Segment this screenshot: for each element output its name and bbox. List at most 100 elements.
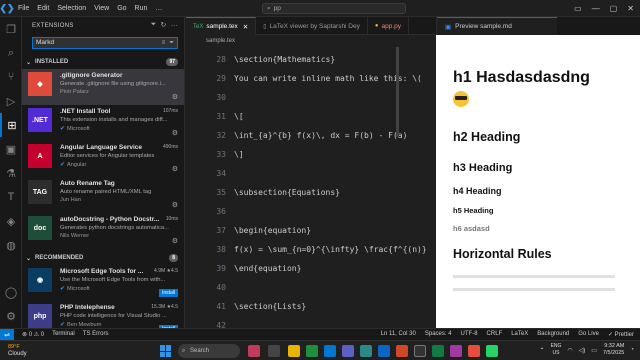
menu-view[interactable]: View <box>90 5 113 12</box>
ts-errors-button[interactable]: TS Errors <box>83 331 109 338</box>
terminal-icon[interactable] <box>414 345 426 357</box>
clock[interactable]: 9:32 AM 7/5/2025 <box>603 343 624 357</box>
taskbar-search[interactable]: Search <box>178 344 240 358</box>
install-button[interactable]: Install <box>158 289 178 297</box>
refresh-icon[interactable]: ↻ <box>161 21 167 29</box>
chevron-up-icon[interactable]: ⌃ <box>540 347 545 354</box>
markdown-preview[interactable]: h1 Hasdasdasdng h2 Heading h3 Heading h4… <box>436 35 640 328</box>
vscode-taskbar-icon[interactable] <box>324 345 336 357</box>
code-line[interactable]: 40 <box>186 281 436 295</box>
source-control-icon[interactable]: ⑂ <box>0 65 22 89</box>
tex-icon[interactable]: T <box>0 185 22 209</box>
tab-sample-tex[interactable]: TeX sample.tex ✕ <box>186 17 257 35</box>
close-tab-icon[interactable]: ✕ <box>243 23 248 31</box>
go-live-button[interactable]: Go Live <box>578 331 599 338</box>
code-line[interactable]: 41 \section{Lists} <box>186 300 436 314</box>
filter-icon[interactable]: ⏷ <box>151 21 157 29</box>
code-line[interactable]: 42 <box>186 319 436 328</box>
testing-icon[interactable]: ⚗ <box>0 161 22 185</box>
app-icon-red[interactable] <box>468 345 480 357</box>
filter-funnel-icon[interactable]: ⏷ <box>169 38 174 48</box>
menu-more[interactable]: … <box>151 5 166 12</box>
battery-icon[interactable]: ▭ <box>591 347 597 354</box>
code-line[interactable]: 34 <box>186 167 436 181</box>
terminal-button[interactable]: Terminal <box>52 331 75 338</box>
remote-indicator-icon[interactable]: ⇌ <box>0 328 14 341</box>
extension-list-item[interactable]: A Angular Language Service Editor services… <box>22 141 184 177</box>
excel-icon[interactable] <box>432 345 444 357</box>
code-editor[interactable]: 28 \section{Mathematics} 29 You can write i… <box>186 47 436 328</box>
volume-icon[interactable]: ◁) <box>579 347 586 354</box>
extension-list-item[interactable]: .NET .NET Install Tool This extension inst… <box>22 105 184 141</box>
code-line[interactable]: 38 f(x) = \sum_{n=0}^{\infty} \frac{f^{(n… <box>186 243 436 257</box>
line-ending[interactable]: CRLF <box>487 331 503 338</box>
code-line[interactable]: 33 \] <box>186 148 436 162</box>
task-view-icon[interactable] <box>268 345 280 357</box>
extensions-icon[interactable]: ⊞ <box>0 113 22 137</box>
breadcrumb[interactable]: sample.tex <box>186 35 235 47</box>
extension-list-item[interactable]: doc autoDocstring - Python Docstr... Gener… <box>22 213 184 249</box>
wifi-icon[interactable]: ◠ <box>567 347 572 354</box>
extension-list-item[interactable]: TAG Auto Rename Tag Auto rename paired HTM… <box>22 177 184 213</box>
app-icon-purple[interactable] <box>450 345 462 357</box>
encoding[interactable]: UTF-8 <box>461 331 478 338</box>
account-icon[interactable]: ◯ <box>0 280 22 304</box>
minimize-button[interactable]: — <box>592 4 600 13</box>
code-line[interactable]: 36 <box>186 205 436 219</box>
tab-latex-viewer[interactable]: ▯ LaTeX viewer by Saptarshi Dey <box>256 17 368 35</box>
notification-bell-icon[interactable]: ◔ <box>630 347 634 353</box>
language-indicator[interactable]: ENG US <box>551 343 562 357</box>
manage-gear-icon[interactable]: ⚙ <box>172 129 178 137</box>
menu-edit[interactable]: Edit <box>33 5 53 12</box>
menu-run[interactable]: Run <box>131 5 152 12</box>
indentation[interactable]: Spaces: 4 <box>425 331 452 338</box>
cursor-position[interactable]: Ln 11, Col 30 <box>381 331 416 338</box>
explorer-icon[interactable]: ❐ <box>0 17 22 41</box>
code-line[interactable]: 37 \begin{equation} <box>186 224 436 238</box>
layout-icon[interactable]: ▭ <box>574 4 582 13</box>
installed-section-header[interactable]: ⌄ INSTALLED 97 <box>22 55 184 69</box>
menu-go[interactable]: Go <box>113 5 130 12</box>
problems-indicator[interactable]: ⊗ 0 ⚠ 0 <box>22 331 44 338</box>
menu-file[interactable]: File <box>14 5 33 12</box>
prettier-status[interactable]: ✓ Prettier <box>608 331 634 338</box>
edge-icon[interactable] <box>360 345 372 357</box>
extension-search-input[interactable]: Markd ≡ ⏷ <box>32 37 178 49</box>
maximize-button[interactable]: ▢ <box>610 4 618 13</box>
tab-app-py[interactable]: ● app.py <box>368 17 410 35</box>
manage-gear-icon[interactable]: ⚙ <box>172 201 178 209</box>
command-center[interactable]: ⌕ pp <box>262 3 406 14</box>
run-debug-icon[interactable]: ▷ <box>0 89 22 113</box>
whatsapp-icon[interactable] <box>486 345 498 357</box>
extension-list-item[interactable]: php PHP Intelephense PHP code intelligence… <box>22 301 184 328</box>
extension-list-item[interactable]: ◆ .gitignore Generator Generate .gitignore… <box>22 69 184 105</box>
code-line[interactable]: 39 \end{equation} <box>186 262 436 276</box>
teams-icon[interactable] <box>342 345 354 357</box>
weather-widget[interactable]: 89°F Cloudy <box>8 344 27 358</box>
manage-gear-icon[interactable]: ⚙ <box>172 237 178 245</box>
more-icon[interactable]: … <box>171 21 178 29</box>
tab-preview[interactable]: ▣ Preview sample.md <box>437 17 557 35</box>
app-icon-bike[interactable] <box>248 345 260 357</box>
code-line[interactable]: 35 \subsection{Equations} <box>186 186 436 200</box>
chrome-icon[interactable] <box>306 345 318 357</box>
extension-list-item[interactable]: ◉ Microsoft Edge Tools for ... Use the Mic… <box>22 265 184 301</box>
close-button[interactable]: ✕ <box>627 4 634 13</box>
docker-icon[interactable]: ◈ <box>0 209 22 233</box>
remote-explorer-icon[interactable]: ▣ <box>0 137 22 161</box>
manage-gear-icon[interactable]: ⚙ <box>172 165 178 173</box>
clear-icon[interactable]: ≡ <box>162 38 166 48</box>
recommended-section-header[interactable]: ⌄ RECOMMENDED 8 <box>22 251 184 265</box>
file-explorer-icon[interactable] <box>288 345 300 357</box>
editor-scrollbar[interactable] <box>396 47 399 137</box>
app-icon-orange[interactable] <box>396 345 408 357</box>
manage-gear-icon[interactable]: ⚙ <box>172 93 178 101</box>
app-icon-blue[interactable] <box>378 345 390 357</box>
background-button[interactable]: Background <box>537 331 569 338</box>
search-icon[interactable]: ⌕ <box>0 41 22 65</box>
windows-start-icon[interactable] <box>160 345 172 357</box>
jupyter-icon[interactable]: ◍ <box>0 233 22 257</box>
language-mode[interactable]: LaTeX <box>511 331 528 338</box>
manage-gear-icon[interactable]: ⚙ <box>0 304 22 328</box>
menu-selection[interactable]: Selection <box>53 5 90 12</box>
